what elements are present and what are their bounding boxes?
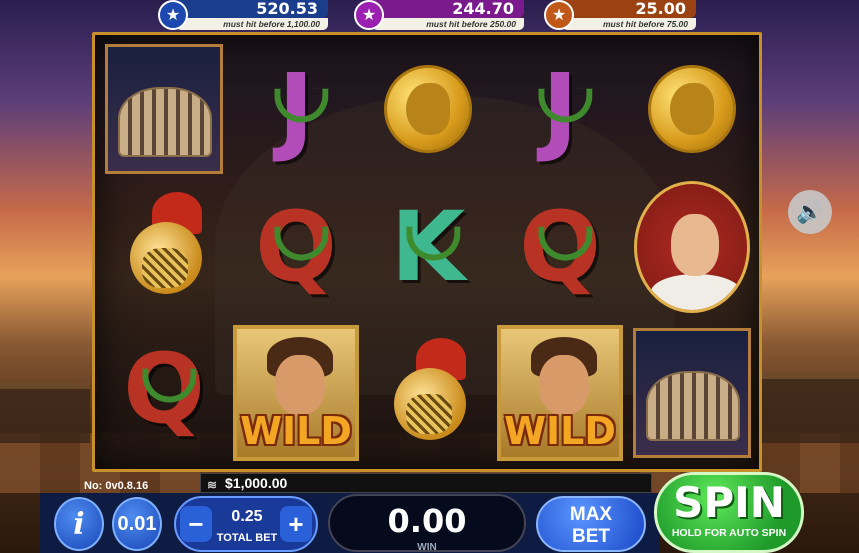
total-bet-value: 0.25 <box>231 508 263 525</box>
version-label: No: 0v0.8.16 <box>84 480 149 492</box>
ruins-right <box>759 373 859 443</box>
symbol-gladiator-helmet <box>365 325 491 461</box>
symbol-king: K <box>390 191 466 303</box>
symbol-gold-coin <box>365 41 491 177</box>
star-icon: ★ <box>544 0 574 30</box>
max-bet-button[interactable]: MAX BET <box>536 496 646 552</box>
symbol-jack: J <box>497 41 623 177</box>
symbol-queen: Q <box>519 191 601 303</box>
decrease-bet-button[interactable]: − <box>180 506 212 542</box>
jackpot-note: must hit before 1,100.00 <box>176 18 328 30</box>
balance-value: $1,000.00 <box>225 475 288 491</box>
spin-label: SPIN <box>673 478 785 527</box>
jackpot-blue: 520.53 must hit before 1,100.00 ★ <box>158 0 328 31</box>
symbol-wild: WILD <box>497 325 623 461</box>
win-value: 0.00 <box>387 502 467 540</box>
symbol-colosseum <box>101 41 227 177</box>
increase-bet-button[interactable]: + <box>280 506 312 542</box>
symbol-wild: WILD <box>233 325 359 461</box>
symbol-gold-coin <box>629 41 755 177</box>
jackpot-amount: 244.70 <box>372 0 524 18</box>
coins-icon: ≋ <box>207 478 218 492</box>
balance-display: ≋ $1,000.00 <box>200 473 652 493</box>
max-bet-line2: BET <box>572 526 610 547</box>
symbol-gladiator-helmet <box>101 179 227 315</box>
max-bet-line1: MAX <box>569 504 613 525</box>
wild-label: WILD <box>504 409 616 453</box>
total-bet-control: − 0.25 TOTAL BET + <box>174 496 318 552</box>
star-icon: ★ <box>158 0 188 30</box>
spin-hint: HOLD FOR AUTO SPIN <box>671 527 787 539</box>
jackpot-orange: 25.00 must hit before 75.00 ★ <box>544 0 696 31</box>
win-label: WIN <box>417 542 437 553</box>
speaker-icon[interactable]: 🔊 <box>788 190 832 234</box>
spin-button[interactable]: SPIN HOLD FOR AUTO SPIN <box>654 472 804 553</box>
jackpot-amount: 520.53 <box>176 0 328 18</box>
reel-grid: Q J Q WILD K J Q WILD <box>92 32 762 472</box>
jackpot-amount: 25.00 <box>562 0 696 18</box>
wild-label: WILD <box>240 409 352 453</box>
denomination-button[interactable]: 0.01 <box>112 497 162 551</box>
jackpot-note: must hit before 75.00 <box>562 18 696 30</box>
symbol-colosseum <box>629 325 755 461</box>
ruins-left <box>0 383 90 443</box>
jackpot-purple: 244.70 must hit before 250.00 ★ <box>354 0 524 31</box>
symbol-queen: Q <box>123 333 205 445</box>
jackpot-note: must hit before 250.00 <box>372 18 524 30</box>
symbol-queen: Q <box>255 191 337 303</box>
symbol-caesar <box>629 179 755 315</box>
symbol-jack: J <box>233 41 359 177</box>
win-display: 0.00 WIN <box>328 494 526 553</box>
total-bet-label: TOTAL BET <box>216 532 278 544</box>
star-icon: ★ <box>354 0 384 30</box>
info-button[interactable]: i <box>54 497 104 551</box>
